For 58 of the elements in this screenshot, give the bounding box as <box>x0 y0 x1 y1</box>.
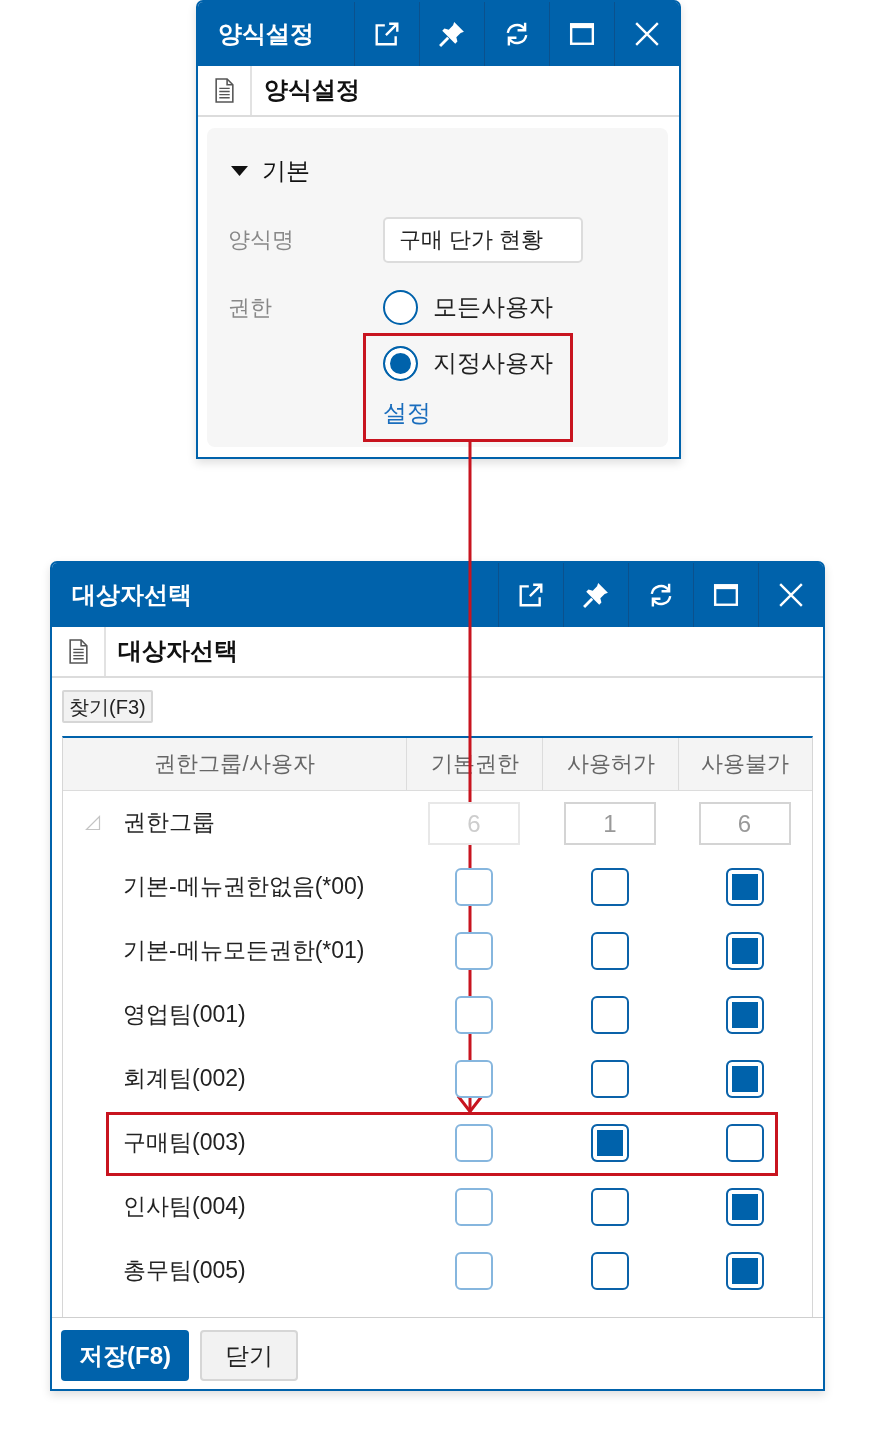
maximize-icon <box>569 21 595 47</box>
field-label: 권한 <box>228 294 272 322</box>
close-button[interactable] <box>614 2 679 66</box>
maximize-icon <box>713 582 739 608</box>
external-link-icon <box>374 21 400 47</box>
refresh-icon <box>504 21 530 47</box>
pin-icon <box>583 582 609 608</box>
column-header: 권한그룹/사용자 <box>153 749 316 778</box>
checkbox[interactable] <box>725 868 764 906</box>
row-label: 기본-메뉴권한없음(*00) <box>123 873 365 901</box>
panel-title: 양식설정 <box>264 76 360 105</box>
document-icon <box>214 78 234 103</box>
close-button[interactable] <box>758 563 823 627</box>
section-title[interactable]: 기본 <box>262 156 310 186</box>
save-button[interactable]: 저장(F8) <box>61 1330 189 1381</box>
row-label: 회계팀(002) <box>123 1065 246 1093</box>
refresh-icon <box>648 582 674 608</box>
checkbox[interactable] <box>591 1060 629 1098</box>
close-icon <box>634 21 660 47</box>
column-header: 사용허가 <box>542 738 678 790</box>
checkbox[interactable] <box>591 1252 629 1290</box>
external-link-icon <box>518 582 544 608</box>
row-label: 기본-메뉴모든권한(*01) <box>123 937 365 965</box>
panel-title: 대상자선택 <box>118 637 238 666</box>
checkbox[interactable] <box>591 932 629 970</box>
close-button[interactable]: 닫기 <box>200 1330 298 1381</box>
checkbox[interactable] <box>591 1188 629 1226</box>
checkbox[interactable] <box>591 868 629 906</box>
search-button[interactable]: 찾기(F3) <box>62 690 153 723</box>
option-label[interactable]: 지정사용자 <box>433 349 553 378</box>
row-label: 인사팀(004) <box>123 1193 246 1221</box>
checkbox[interactable] <box>591 1124 629 1162</box>
count-field: 1 <box>564 801 656 845</box>
text-field[interactable]: 구매 단가 현황 <box>383 217 583 263</box>
checkbox[interactable] <box>725 1124 764 1162</box>
checkbox[interactable] <box>725 996 764 1034</box>
row-label: 구매팀(003) <box>123 1129 246 1157</box>
caret-icon[interactable] <box>231 166 248 176</box>
row-label: 권한그룹 <box>123 809 215 837</box>
column-header: 사용불가 <box>678 738 811 790</box>
close-icon <box>778 582 804 608</box>
window-title: 대상자선택 <box>72 580 192 610</box>
checkbox[interactable] <box>725 1188 764 1226</box>
row-label: 총무팀(005) <box>123 1257 246 1285</box>
settings-link[interactable]: 설정 <box>383 398 431 428</box>
radio-button[interactable] <box>383 346 418 381</box>
radio-button[interactable] <box>383 290 418 325</box>
checkbox[interactable] <box>725 1060 764 1098</box>
field-label: 양식명 <box>228 226 295 254</box>
document-icon <box>68 639 88 664</box>
pin-icon <box>439 21 465 47</box>
row-label: 영업팀(001) <box>123 1001 246 1029</box>
option-label[interactable]: 모든사용자 <box>433 293 553 322</box>
checkbox[interactable] <box>725 932 764 970</box>
checkbox[interactable] <box>725 1252 764 1290</box>
window-title: 양식설정 <box>218 19 314 49</box>
checkbox[interactable] <box>591 996 629 1034</box>
count-field: 6 <box>698 801 791 845</box>
